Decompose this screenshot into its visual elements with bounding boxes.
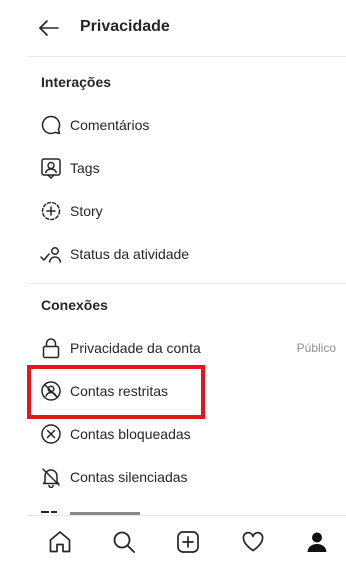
bottom-nav <box>27 515 346 568</box>
story-add-icon <box>40 200 62 222</box>
row-label: Contas bloqueadas <box>70 426 191 442</box>
row-privacidade-conta[interactable]: Privacidade da conta Público <box>27 329 346 367</box>
row-label: Status da atividade <box>70 246 190 262</box>
row-label: Contas silenciadas <box>70 469 188 485</box>
lock-icon <box>40 337 62 359</box>
blocked-icon <box>40 423 62 445</box>
page-title: Privacidade <box>80 18 170 35</box>
row-contas-silenciadas[interactable]: Contas silenciadas <box>27 458 346 496</box>
profile-icon[interactable] <box>304 529 330 555</box>
muted-bell-icon <box>40 466 62 488</box>
row-status-atividade[interactable]: Status da atividade <box>27 235 346 273</box>
highlight-box <box>27 365 205 419</box>
tag-user-icon <box>40 157 62 179</box>
section-conexoes: Conexões <box>41 297 108 313</box>
section-interacoes: Interações <box>41 74 112 90</box>
row-label: Story <box>70 203 103 219</box>
new-post-icon[interactable] <box>175 529 201 555</box>
partially-visible-row <box>27 505 346 515</box>
row-tags[interactable]: Tags <box>27 149 346 187</box>
comment-icon <box>40 114 62 136</box>
row-comentarios[interactable]: Comentários <box>27 106 346 144</box>
row-label: Comentários <box>70 117 150 133</box>
search-icon[interactable] <box>111 529 137 555</box>
divider <box>27 283 346 284</box>
heart-icon[interactable] <box>240 529 266 555</box>
header: Privacidade <box>27 0 346 57</box>
row-contas-bloqueadas[interactable]: Contas bloqueadas <box>27 415 346 453</box>
row-label: Tags <box>70 160 100 176</box>
privacy-panel: Privacidade Interações Comentários Tags <box>27 0 346 568</box>
account-privacy-value: Público <box>296 341 336 355</box>
home-icon[interactable] <box>47 529 73 555</box>
row-story[interactable]: Story <box>27 192 346 230</box>
row-label: Privacidade da conta <box>70 340 201 356</box>
back-arrow-icon[interactable] <box>37 16 61 40</box>
activity-status-icon <box>40 243 62 265</box>
